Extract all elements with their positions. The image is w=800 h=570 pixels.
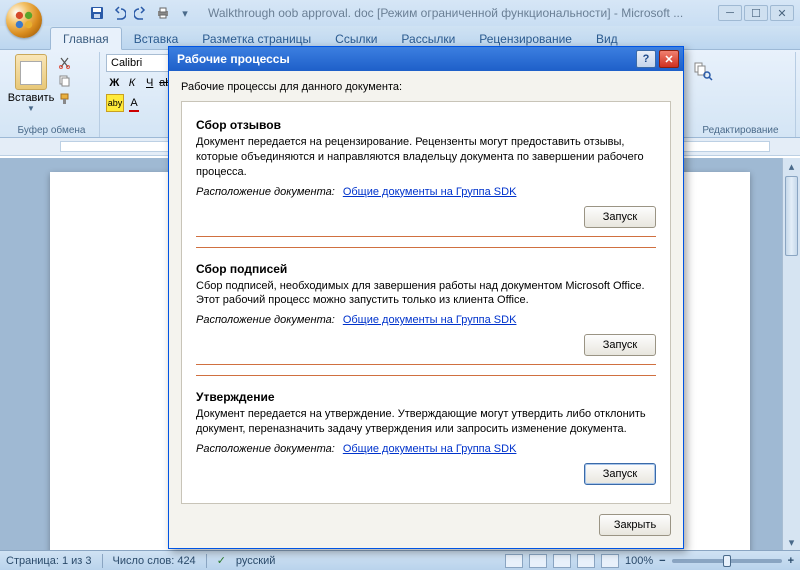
window-title: Walkthrough oob approval. doc [Режим огр… xyxy=(208,6,718,20)
copy-button[interactable] xyxy=(56,72,72,88)
location-label: Расположение документа: xyxy=(196,314,335,326)
status-bar: Страница: 1 из 3 Число слов: 424 ✓ русск… xyxy=(0,550,800,570)
paste-button[interactable]: Вставить ▼ xyxy=(10,54,52,113)
clipboard-group: Вставить ▼ Буфер обмена xyxy=(4,52,100,137)
status-page[interactable]: Страница: 1 из 3 xyxy=(6,555,92,567)
location-link[interactable]: Общие документы на Группа SDK xyxy=(343,443,517,455)
zoom-value[interactable]: 100% xyxy=(625,555,653,567)
paste-label: Вставить xyxy=(8,92,55,104)
workflow-approval: Утверждение Документ передается на утвер… xyxy=(196,375,656,495)
dialog-help-button[interactable]: ? xyxy=(636,50,656,68)
workflow-name: Сбор отзывов xyxy=(196,118,656,132)
view-web-layout[interactable] xyxy=(553,554,571,568)
workflow-collect-feedback: Сбор отзывов Документ передается на реце… xyxy=(196,112,656,247)
zoom-slider[interactable] xyxy=(672,559,782,563)
dialog-title: Рабочие процессы xyxy=(173,52,636,66)
editing-group: Редактирование xyxy=(686,52,796,137)
office-orb-icon xyxy=(6,2,42,38)
workflow-description: Документ передается на утверждение. Утве… xyxy=(196,407,656,437)
undo-button[interactable] xyxy=(110,4,128,22)
font-color-button[interactable]: A xyxy=(125,94,143,112)
close-button[interactable]: Закрыть xyxy=(599,514,671,536)
paste-icon xyxy=(15,54,47,90)
view-full-screen[interactable] xyxy=(529,554,547,568)
location-label: Расположение документа: xyxy=(196,443,335,455)
minimize-button[interactable]: ─ xyxy=(718,5,742,21)
workflow-description: Сбор подписей, необходимых для завершени… xyxy=(196,279,656,309)
font-name-select[interactable]: Calibri xyxy=(106,54,176,72)
office-button[interactable] xyxy=(4,0,44,26)
workflows-dialog: Рабочие процессы ? ✕ Рабочие процессы дл… xyxy=(168,46,684,549)
start-button[interactable]: Запуск xyxy=(584,334,656,356)
zoom-out-button[interactable]: − xyxy=(659,555,665,567)
location-link[interactable]: Общие документы на Группа SDK xyxy=(343,186,517,198)
quick-access-toolbar: ▾ xyxy=(88,4,194,22)
view-draft[interactable] xyxy=(601,554,619,568)
italic-button[interactable]: К xyxy=(124,74,141,92)
zoom-thumb[interactable] xyxy=(723,555,731,567)
window-controls: ─ ☐ ✕ xyxy=(718,5,794,21)
close-window-button[interactable]: ✕ xyxy=(770,5,794,21)
cut-button[interactable] xyxy=(56,54,72,70)
underline-button[interactable]: Ч xyxy=(141,74,158,92)
workflow-description: Документ передается на рецензирование. Р… xyxy=(196,135,656,180)
status-word-count[interactable]: Число слов: 424 xyxy=(113,555,196,567)
redo-button[interactable] xyxy=(132,4,150,22)
dialog-subtitle: Рабочие процессы для данного документа: xyxy=(181,81,671,93)
scroll-up-icon[interactable]: ▴ xyxy=(783,158,800,174)
maximize-button[interactable]: ☐ xyxy=(744,5,768,21)
location-link[interactable]: Общие документы на Группа SDK xyxy=(343,314,517,326)
view-outline[interactable] xyxy=(577,554,595,568)
find-icon xyxy=(692,60,714,82)
zoom-in-button[interactable]: + xyxy=(788,555,794,567)
dialog-titlebar[interactable]: Рабочие процессы ? ✕ xyxy=(169,47,683,71)
editing-group-label: Редактирование xyxy=(686,125,795,136)
scroll-down-icon[interactable]: ▾ xyxy=(783,534,800,550)
dialog-body: Рабочие процессы для данного документа: … xyxy=(169,71,683,548)
title-bar: ▾ Walkthrough oob approval. doc [Режим о… xyxy=(0,0,800,26)
format-painter-button[interactable] xyxy=(56,90,72,106)
save-button[interactable] xyxy=(88,4,106,22)
proofing-icon[interactable]: ✓ xyxy=(217,554,226,567)
status-language[interactable]: русский xyxy=(236,555,275,567)
start-button[interactable]: Запуск xyxy=(584,206,656,228)
start-button[interactable]: Запуск xyxy=(584,463,656,485)
workflow-collect-signatures: Сбор подписей Сбор подписей, необходимых… xyxy=(196,247,656,376)
vertical-scrollbar[interactable]: ▴ ▾ xyxy=(782,158,800,550)
workflow-name: Утверждение xyxy=(196,390,656,404)
scroll-thumb[interactable] xyxy=(785,176,798,256)
view-print-layout[interactable] xyxy=(505,554,523,568)
tab-home[interactable]: Главная xyxy=(50,27,122,50)
qat-dropdown[interactable]: ▾ xyxy=(176,4,194,22)
dialog-close-button[interactable]: ✕ xyxy=(659,50,679,68)
workflow-name: Сбор подписей xyxy=(196,262,656,276)
print-button[interactable] xyxy=(154,4,172,22)
highlight-button[interactable]: aby xyxy=(106,94,124,112)
clipboard-group-label: Буфер обмена xyxy=(4,125,99,136)
bold-button[interactable]: Ж xyxy=(106,74,123,92)
location-label: Расположение документа: xyxy=(196,186,335,198)
workflow-list: Сбор отзывов Документ передается на реце… xyxy=(181,101,671,504)
